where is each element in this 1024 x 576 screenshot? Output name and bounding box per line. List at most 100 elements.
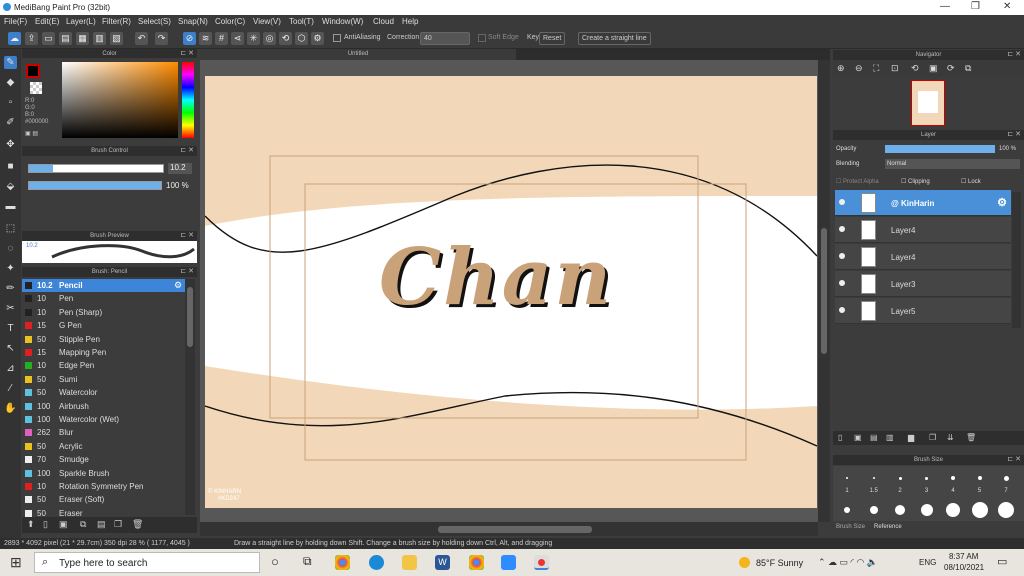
brush-item[interactable]: 70 Smudge: [22, 453, 185, 466]
layer-menu-icon[interactable]: ▥: [886, 433, 894, 442]
visibility-eye-icon[interactable]: [839, 199, 845, 205]
snap-ellipse-icon[interactable]: ⬡: [295, 32, 308, 45]
menu-snap[interactable]: Snap(N): [178, 17, 208, 26]
snap-gear-icon[interactable]: ⚙: [311, 32, 324, 45]
brush-item[interactable]: 15 G Pen: [22, 319, 185, 332]
undo-icon[interactable]: ↶: [135, 32, 148, 45]
menu-select[interactable]: Select(S): [138, 17, 171, 26]
edge-icon[interactable]: [369, 555, 384, 570]
brush-item[interactable]: 50 Acrylic: [22, 440, 185, 453]
dot-tool-icon[interactable]: ▫: [4, 96, 17, 109]
brush-item[interactable]: 50 Watercolor: [22, 386, 185, 399]
brush-item[interactable]: 100 Sparkle Brush: [22, 467, 185, 480]
snap-curve-icon[interactable]: ⟲: [279, 32, 292, 45]
brush-size-slider[interactable]: [28, 164, 164, 173]
brush-size-option[interactable]: [846, 477, 848, 479]
new-layer-icon[interactable]: ▯: [838, 433, 842, 442]
brush-folder-icon[interactable]: ▤: [97, 519, 106, 530]
brush-menu-icon[interactable]: ▣: [59, 519, 68, 530]
snap-horizontal-icon[interactable]: ▤: [59, 32, 72, 45]
snap-settings-icon[interactable]: ▥: [93, 32, 106, 45]
brush-opacity-slider[interactable]: [28, 181, 162, 190]
brush-size-option[interactable]: [998, 502, 1014, 518]
flip-icon[interactable]: ⧉: [965, 63, 971, 74]
gradient-tool-icon[interactable]: ▬: [4, 200, 17, 213]
taskbar-search[interactable]: ⌕ Type here to search: [34, 552, 260, 573]
menu-window[interactable]: Window(W): [322, 17, 363, 26]
layer-row[interactable]: Layer4: [835, 217, 1011, 243]
menu-tool[interactable]: Tool(T): [289, 17, 314, 26]
duplicate-layer-icon[interactable]: ❐: [929, 433, 936, 442]
new-brush-icon[interactable]: ▯: [43, 519, 48, 530]
snap-grid-icon[interactable]: ▦: [76, 32, 89, 45]
rotate-left-icon[interactable]: ⟲: [911, 63, 919, 74]
brush-size-option[interactable]: [895, 505, 905, 515]
system-tray-icons[interactable]: ⌃ ☁ ▭ ◜ ◠ 🔈: [818, 557, 878, 568]
brush-size-grid[interactable]: 1 1.5 2 3 4 5 7: [833, 466, 1024, 521]
brush-size-option[interactable]: [925, 476, 928, 480]
menu-layer[interactable]: Layer(L): [66, 17, 96, 26]
actual-size-icon[interactable]: ⊡: [891, 63, 899, 74]
layer-row[interactable]: Layer3: [835, 271, 1011, 297]
select-pen-icon[interactable]: ✐: [4, 116, 17, 129]
snap-radial-icon[interactable]: ✳: [247, 32, 260, 45]
brush-size-option[interactable]: [971, 502, 988, 518]
brush-size-option[interactable]: [898, 476, 902, 480]
brush-item[interactable]: 50 Stipple Pen: [22, 333, 185, 346]
panel-close-icon[interactable]: ⊏ ✕: [1007, 455, 1021, 465]
panel-close-icon[interactable]: ⊏ ✕: [1007, 50, 1021, 60]
file-explorer-icon[interactable]: [402, 555, 417, 570]
snap-edit-icon[interactable]: ▧: [110, 32, 123, 45]
layer-row[interactable]: @ KinHarin ⚙: [835, 190, 1011, 216]
rotate-right-icon[interactable]: ⟳: [947, 63, 955, 74]
word-icon[interactable]: W: [435, 555, 450, 570]
menu-color[interactable]: Color(C): [215, 17, 245, 26]
snap-parallel-icon[interactable]: ≋: [199, 32, 212, 45]
brush-item[interactable]: 10 Pen: [22, 292, 185, 305]
brush-size-option[interactable]: [946, 503, 960, 517]
brush-size-option[interactable]: [977, 476, 982, 480]
close-icon[interactable]: ✕: [1003, 1, 1011, 12]
zoom-out-icon[interactable]: ⊖: [855, 63, 863, 74]
brush-item[interactable]: 100 Watercolor (Wet): [22, 413, 185, 426]
medibang-taskbar-icon[interactable]: [534, 555, 549, 570]
menu-cloud[interactable]: Cloud: [373, 17, 394, 26]
new-halftone-layer-icon[interactable]: ▣: [854, 433, 862, 442]
blending-select[interactable]: Normal: [885, 159, 1020, 169]
saturation-value-picker[interactable]: [62, 62, 178, 138]
brush-item[interactable]: 10 Edge Pen: [22, 359, 185, 372]
add-brush-icon[interactable]: ⬆: [27, 519, 35, 530]
share-icon[interactable]: ⇪: [25, 32, 38, 45]
brush-size-tab[interactable]: Brush Size: [836, 524, 865, 530]
brush-item[interactable]: 100 Airbrush: [22, 400, 185, 413]
snap-vanishing-icon[interactable]: ⋖: [231, 32, 244, 45]
new-8bit-layer-icon[interactable]: ▤: [870, 433, 878, 442]
eraser-tool-icon[interactable]: ◆: [4, 76, 17, 89]
clipping-checkbox[interactable]: ☐ Clipping: [901, 178, 930, 185]
brush-settings-gear-icon[interactable]: ⚙: [174, 280, 182, 291]
canvas-vertical-scrollbar[interactable]: [818, 60, 830, 522]
brush-item[interactable]: 262 Blur: [22, 426, 185, 439]
layer-opacity-slider[interactable]: [885, 145, 995, 153]
visibility-eye-icon[interactable]: [839, 253, 845, 259]
snap-off-icon[interactable]: ▭: [42, 32, 55, 45]
protect-alpha-checkbox[interactable]: ☐ Protect Alpha: [836, 178, 879, 185]
brush-item[interactable]: 10.2 Pencil: [22, 279, 185, 292]
layer-settings-gear-icon[interactable]: ⚙: [997, 196, 1007, 209]
brush-size-option[interactable]: [920, 504, 933, 516]
brush-item[interactable]: 15 Mapping Pen: [22, 346, 185, 359]
fit-icon[interactable]: ⛶: [873, 63, 879, 74]
layer-row[interactable]: Layer5: [835, 298, 1011, 324]
delete-brush-icon[interactable]: 🗑: [132, 519, 143, 530]
reset-button[interactable]: Reset: [539, 32, 566, 45]
magic-wand-icon[interactable]: ✦: [4, 262, 17, 275]
menu-help[interactable]: Help: [402, 17, 418, 26]
layer-folder-icon[interactable]: ▆: [908, 433, 914, 442]
menu-file[interactable]: File(F): [4, 17, 27, 26]
canvas-area[interactable]: Chan © KINHARN #KD247: [200, 60, 818, 522]
fill-rect-icon[interactable]: ■: [4, 160, 17, 173]
menu-filter[interactable]: Filter(R): [102, 17, 131, 26]
minimize-icon[interactable]: —: [940, 1, 950, 12]
zoom-in-icon[interactable]: ⊕: [837, 63, 845, 74]
notifications-icon[interactable]: ▭: [997, 555, 1007, 568]
